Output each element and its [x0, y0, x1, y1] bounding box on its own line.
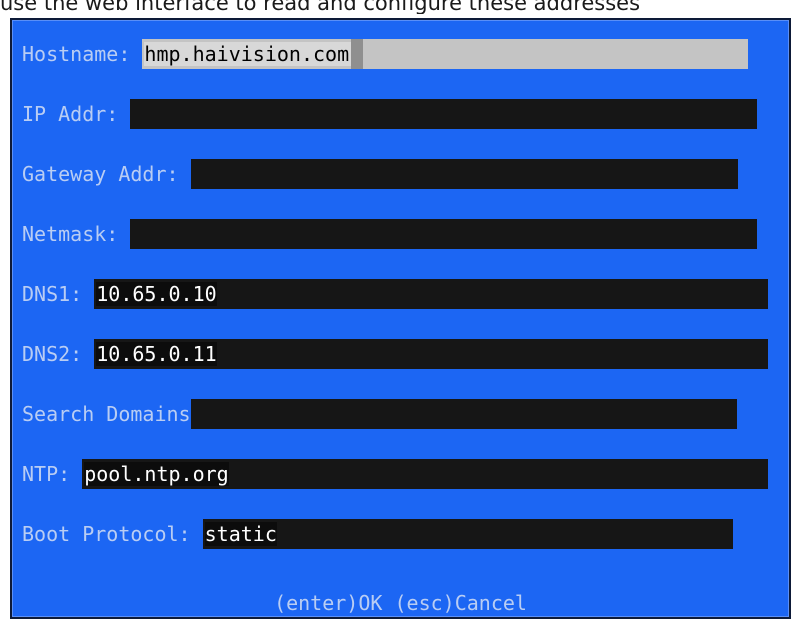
boot-protocol-row: Boot Protocol: static: [22, 519, 733, 549]
ip-addr-label: IP Addr:: [22, 102, 131, 126]
hostname-row: Hostname: hmp.haivision.com: [22, 39, 749, 69]
dns2-label: DNS2:: [22, 342, 95, 366]
search-domains-label: Search Domains: [22, 402, 191, 426]
netmask-row: Netmask:: [22, 219, 758, 249]
ip-addr-field[interactable]: [130, 99, 758, 129]
search-domains-field[interactable]: [190, 399, 737, 429]
netmask-label: Netmask:: [22, 222, 131, 246]
ntp-row: NTP: pool.ntp.org: [22, 459, 769, 489]
gateway-addr-field[interactable]: [190, 159, 738, 189]
gateway-addr-label: Gateway Addr:: [22, 162, 191, 186]
dns1-value: 10.65.0.10: [96, 282, 217, 306]
gateway-addr-row: Gateway Addr:: [22, 159, 738, 189]
hostname-value: hmp.haivision.com: [144, 42, 352, 66]
hostname-label: Hostname:: [22, 42, 143, 66]
ip-addr-row: IP Addr:: [22, 99, 758, 129]
dns2-row: DNS2: 10.65.0.11: [22, 339, 769, 369]
dns1-field[interactable]: 10.65.0.10: [94, 279, 769, 309]
ntp-value: pool.ntp.org: [84, 462, 229, 486]
boot-protocol-label: Boot Protocol:: [22, 522, 203, 546]
dns2-field[interactable]: 10.65.0.11: [94, 339, 769, 369]
dns2-value: 10.65.0.11: [96, 342, 217, 366]
text-cursor: [351, 39, 364, 69]
boot-protocol-field[interactable]: static: [202, 519, 733, 549]
ok-button[interactable]: (enter)OK: [274, 591, 382, 615]
dns1-label: DNS1:: [22, 282, 95, 306]
boot-protocol-value: static: [204, 522, 277, 546]
dns1-row: DNS1: 10.65.0.10: [22, 279, 769, 309]
dialog-footer: (enter)OK (esc)Cancel: [12, 588, 789, 618]
netmask-field[interactable]: [130, 219, 758, 249]
cancel-button[interactable]: (esc)Cancel: [394, 591, 526, 615]
ntp-field[interactable]: pool.ntp.org: [82, 459, 769, 489]
network-config-dialog: Hostname: hmp.haivision.com IP Addr: Gat…: [10, 18, 791, 619]
page-caption: use the web interface to read and config…: [0, 0, 641, 14]
ntp-label: NTP:: [22, 462, 83, 486]
search-domains-row: Search Domains: [22, 399, 737, 429]
hostname-field[interactable]: hmp.haivision.com: [142, 39, 749, 69]
